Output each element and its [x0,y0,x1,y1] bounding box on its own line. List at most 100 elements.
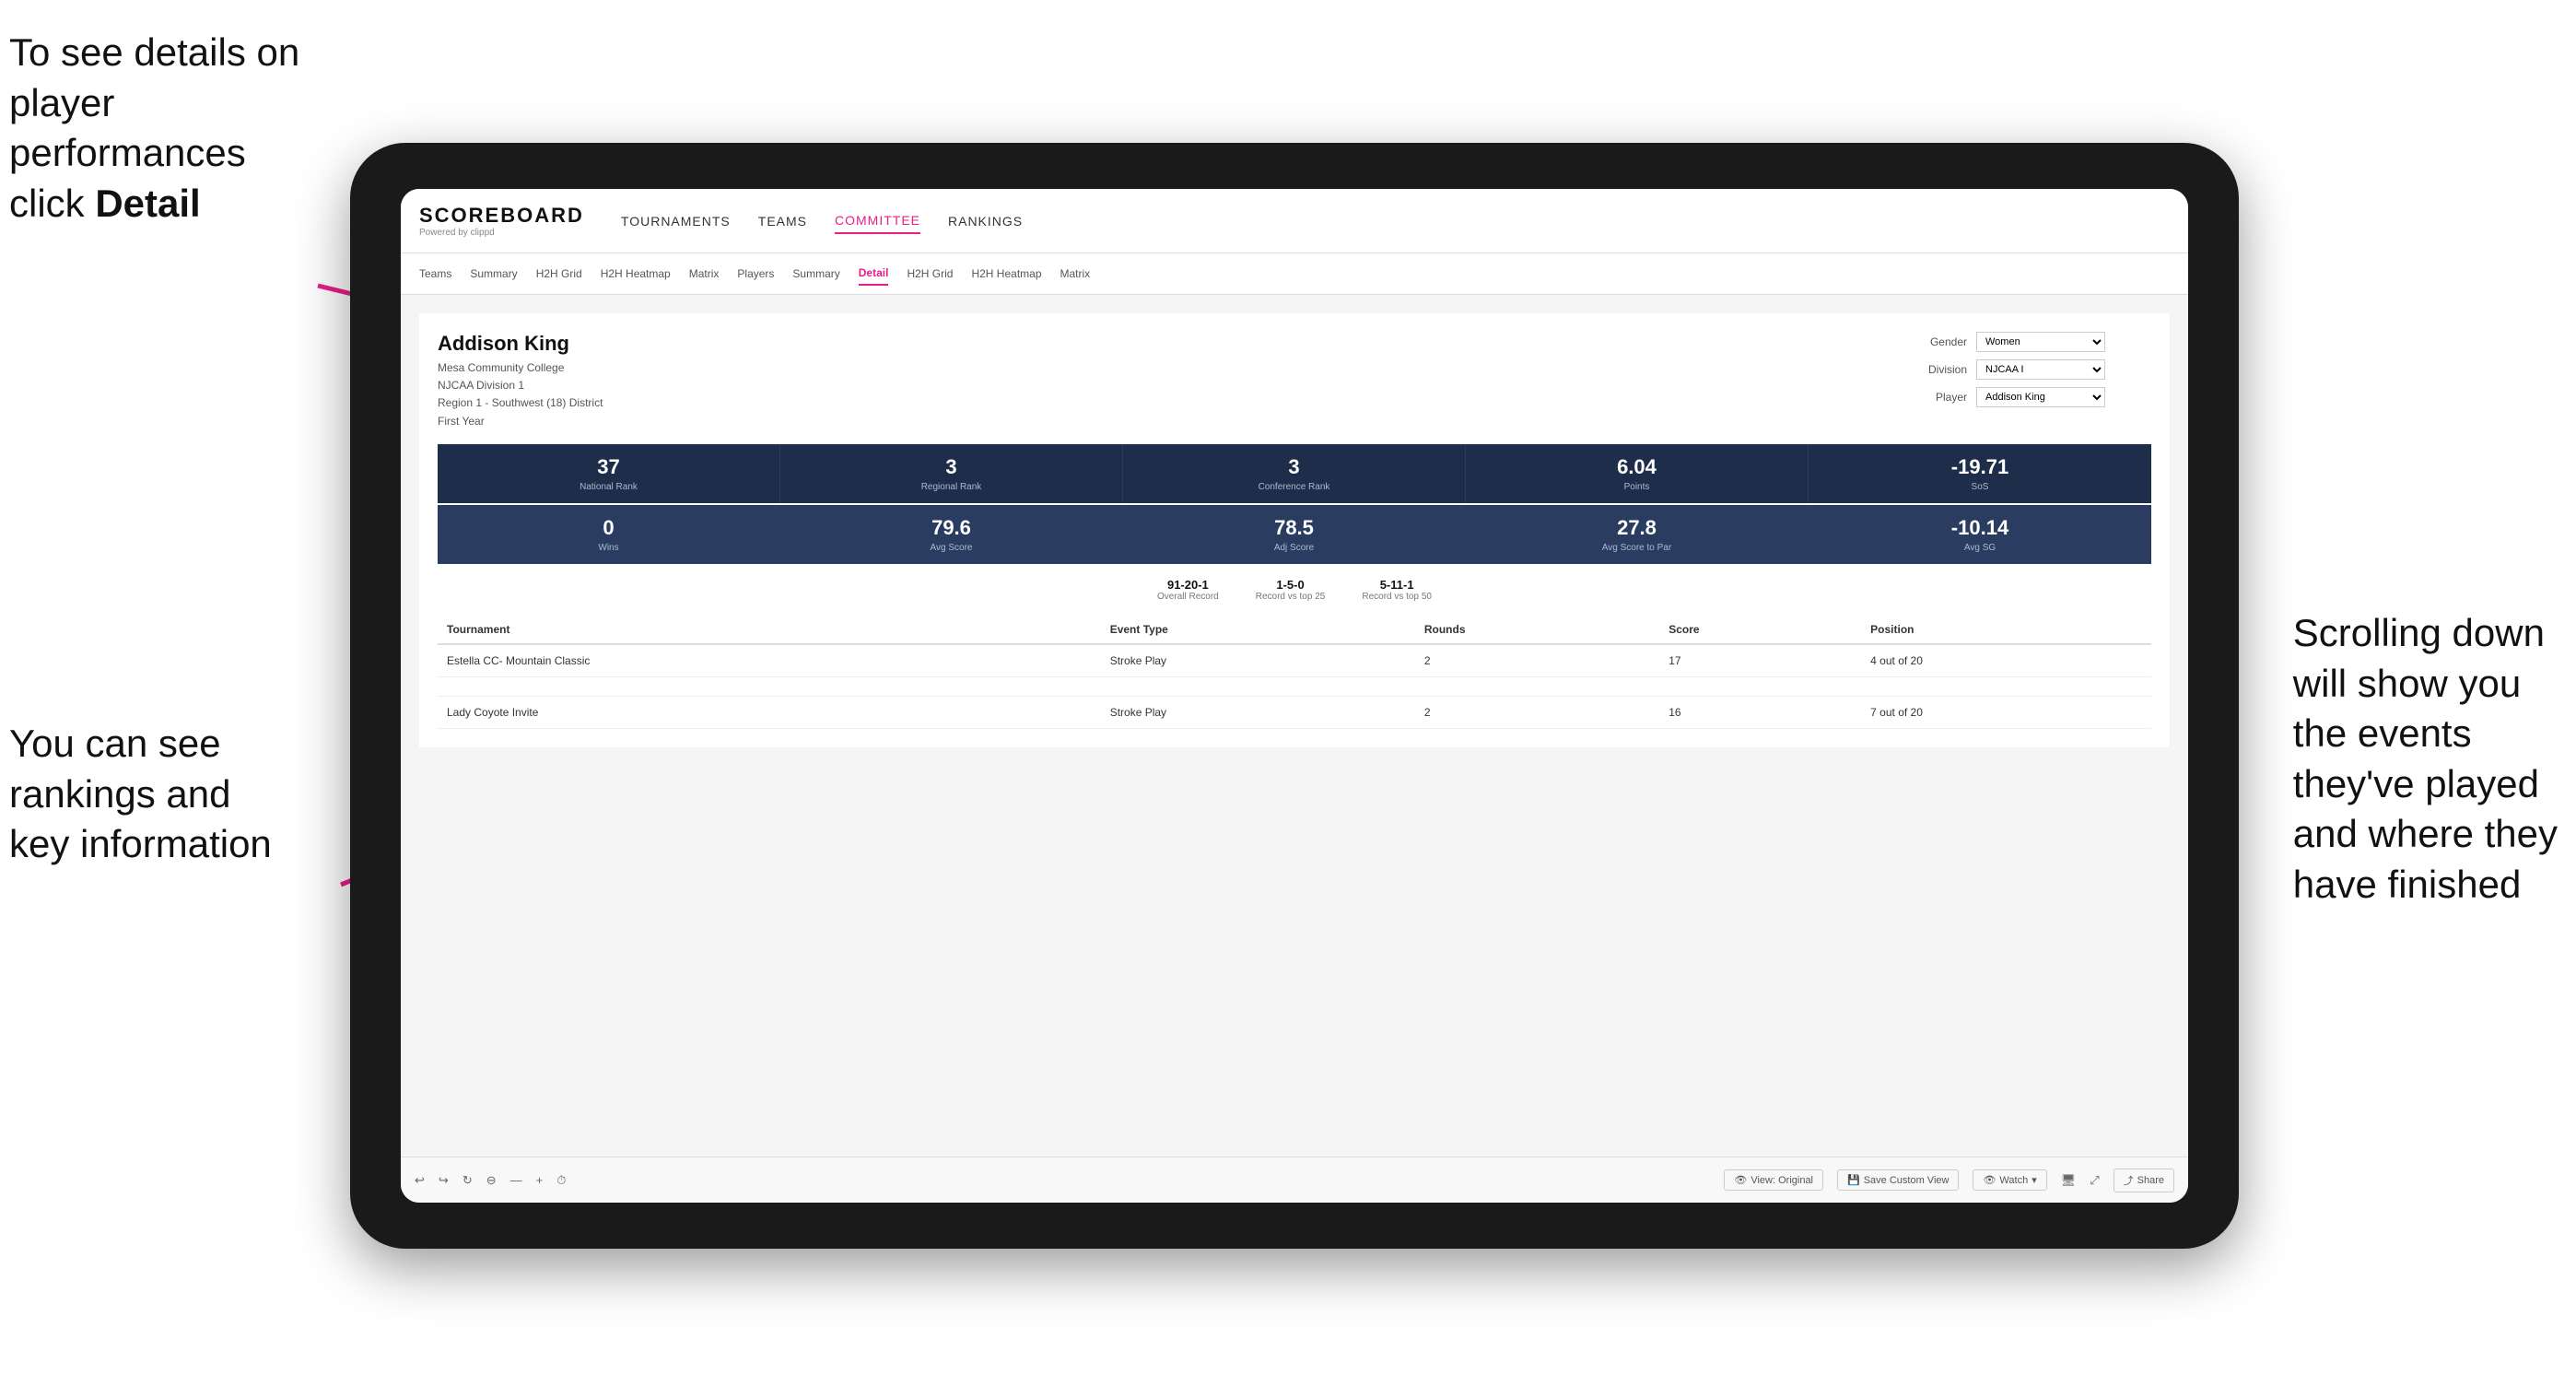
stat-cell-row2-2: 78.5Adj Score [1123,505,1466,564]
view-original-button[interactable]: 👁 View: Original [1724,1169,1823,1191]
record-item-0: 91-20-1Overall Record [1157,578,1219,602]
player-filters: Gender Women Division NJCAA I [1912,332,2151,407]
tournament-table: Tournament Event Type Rounds Score Posit… [438,616,2151,729]
cell-tournament: Lady Coyote Invite [438,696,1101,728]
division-filter-row: Division NJCAA I [1912,359,2151,380]
stat-cell-row1-0: 37National Rank [438,444,780,503]
cell-score: 16 [1659,696,1861,728]
cell-score: 17 [1659,644,1861,677]
th-position: Position [1861,616,2151,644]
eye-icon: 👁 [1734,1174,1747,1186]
player-select[interactable]: Addison King [1976,387,2105,407]
stats-row2: 0Wins79.6Avg Score78.5Adj Score27.8Avg S… [438,505,2151,564]
nav-teams[interactable]: TEAMS [758,209,807,233]
player-division: NJCAA Division 1 [438,377,603,394]
tablet-screen: SCOREBOARD Powered by clippd TOURNAMENTS… [401,189,2188,1203]
th-score: Score [1659,616,1861,644]
annotation-right: Scrolling down will show you the events … [2293,608,2558,910]
stat-cell-row2-1: 79.6Avg Score [780,505,1123,564]
player-header-row: Addison King Mesa Community College NJCA… [438,332,2151,430]
stats-row1: 37National Rank3Regional Rank3Conference… [438,444,2151,503]
player-card: Addison King Mesa Community College NJCA… [419,313,2170,747]
nav-tournaments[interactable]: TOURNAMENTS [621,209,731,233]
nav-rankings[interactable]: RANKINGS [948,209,1023,233]
record-item-1: 1-5-0Record vs top 25 [1256,578,1326,602]
cell-rounds: 2 [1415,644,1659,677]
cell-score [1659,676,1861,696]
stat-cell-row1-2: 3Conference Rank [1123,444,1466,503]
annotation-top-left: To see details on player performances cl… [9,28,359,229]
save-custom-view-button[interactable]: 💾 Save Custom View [1837,1169,1959,1191]
record-item-2: 5-11-1Record vs top 50 [1362,578,1432,602]
stat-cell-row2-4: -10.14Avg SG [1809,505,2151,564]
toolbar: ↩ ↪ ↻ ⊖ — + ⏱ 👁 View: Original 💾 Save Cu… [401,1157,2188,1203]
stat-cell-row1-1: 3Regional Rank [780,444,1123,503]
logo-subtext: Powered by clippd [419,228,584,238]
gender-label: Gender [1912,335,1967,348]
stat-cell-row2-0: 0Wins [438,505,780,564]
annotation-bottom-left: You can see rankings and key information [9,719,272,870]
share-icon: ⤴ [2124,1173,2134,1188]
minus-icon[interactable]: — [510,1173,522,1187]
save-icon: 💾 [1847,1174,1860,1186]
player-filter-row: Player Addison King [1912,387,2151,407]
main-nav: TOURNAMENTS TEAMS COMMITTEE RANKINGS [621,208,1023,234]
sub-nav-detail[interactable]: Detail [859,262,889,286]
sub-nav: Teams Summary H2H Grid H2H Heatmap Matri… [401,253,2188,295]
sub-nav-summary[interactable]: Summary [470,263,517,285]
monitor-icon[interactable]: 🖥 [2061,1173,2077,1188]
cell-event-type: Stroke Play [1101,696,1415,728]
sub-nav-teams[interactable]: Teams [419,263,451,285]
player-name: Addison King [438,332,603,356]
cell-rounds: 2 [1415,696,1659,728]
sub-nav-matrix[interactable]: Matrix [689,263,720,285]
player-college: Mesa Community College [438,359,603,377]
app-header: SCOREBOARD Powered by clippd TOURNAMENTS… [401,189,2188,253]
cell-position: 7 out of 20 [1861,696,2151,728]
division-select[interactable]: NJCAA I [1976,359,2105,380]
sub-nav-h2h-grid[interactable]: H2H Grid [536,263,582,285]
cell-position [1861,676,2151,696]
cell-tournament: Estella CC- Mountain Classic [438,644,1101,677]
sub-nav-h2h-grid2[interactable]: H2H Grid [907,263,953,285]
table-row: Lady Coyote Invite Stroke Play 2 16 7 ou… [438,696,2151,728]
watch-button[interactable]: 👁 Watch ▾ [1973,1169,2046,1191]
share-button[interactable]: ⤴ Share [2113,1169,2174,1192]
gender-select[interactable]: Women [1976,332,2105,352]
division-label: Division [1912,363,1967,376]
th-rounds: Rounds [1415,616,1659,644]
sub-nav-h2h-heatmap2[interactable]: H2H Heatmap [971,263,1041,285]
sub-nav-h2h-heatmap[interactable]: H2H Heatmap [601,263,671,285]
refresh-icon[interactable]: ↻ [463,1173,473,1188]
records-row: 91-20-1Overall Record 1-5-0Record vs top … [438,578,2151,602]
stat-cell-row2-3: 27.8Avg Score to Par [1466,505,1809,564]
player-region: Region 1 - Southwest (18) District [438,394,603,412]
content-area[interactable]: Addison King Mesa Community College NJCA… [401,295,2188,1157]
redo-icon[interactable]: ↪ [439,1173,449,1188]
clock-icon[interactable]: ⏱ [556,1173,566,1188]
undo-icon[interactable]: ↩ [415,1173,425,1188]
watch-icon: 👁 [1983,1174,1996,1186]
tablet-frame: SCOREBOARD Powered by clippd TOURNAMENTS… [350,143,2239,1249]
scoreboard-logo: SCOREBOARD Powered by clippd [419,204,584,238]
expand-icon[interactable]: ⤢ [2090,1173,2099,1188]
sub-nav-players[interactable]: Players [737,263,774,285]
sub-nav-summary2[interactable]: Summary [792,263,839,285]
logo-text: SCOREBOARD [419,204,584,228]
cell-position: 4 out of 20 [1861,644,2151,677]
stat-cell-row1-4: -19.71SoS [1809,444,2151,503]
player-info: Addison King Mesa Community College NJCA… [438,332,603,430]
stat-cell-row1-3: 6.04Points [1466,444,1809,503]
th-event-type: Event Type [1101,616,1415,644]
th-tournament: Tournament [438,616,1101,644]
zoom-out-icon[interactable]: ⊖ [486,1173,497,1188]
cell-event-type: Stroke Play [1101,644,1415,677]
player-year: First Year [438,413,603,430]
player-label: Player [1912,391,1967,404]
table-row: Estella CC- Mountain Classic Stroke Play… [438,644,2151,677]
sub-nav-matrix2[interactable]: Matrix [1060,263,1091,285]
table-header-row: Tournament Event Type Rounds Score Posit… [438,616,2151,644]
table-row [438,676,2151,696]
nav-committee[interactable]: COMMITTEE [835,208,920,234]
plus-icon[interactable]: + [536,1173,544,1187]
